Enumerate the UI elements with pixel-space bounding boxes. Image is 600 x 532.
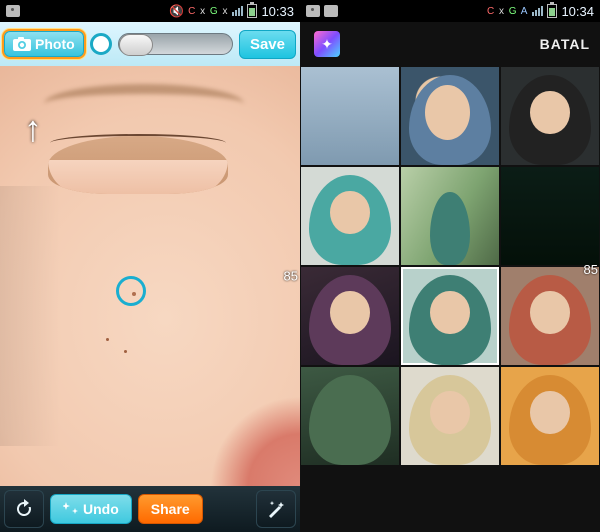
photo-button[interactable]: Photo — [4, 31, 84, 57]
status-bar: C x G A 10:34 — [300, 0, 600, 22]
battery-icon — [547, 4, 557, 18]
app-icon[interactable]: ✦ — [314, 31, 340, 57]
page-indicator: 85 — [284, 269, 298, 284]
sparkle-icon — [63, 502, 79, 516]
clock: 10:34 — [561, 4, 594, 19]
gallery-thumb[interactable] — [501, 367, 599, 465]
bbm-icon — [6, 5, 20, 17]
gallery-thumb[interactable] — [301, 167, 399, 265]
save-button[interactable]: Save — [239, 30, 296, 59]
tutorial-arrow-icon: ↑ — [24, 108, 42, 150]
signal-icon — [232, 6, 243, 16]
gallery-thumb[interactable] — [501, 267, 599, 365]
carrier-indicator: C x G A — [487, 6, 528, 17]
clock: 10:33 — [261, 4, 294, 19]
bbm-icon — [306, 5, 320, 17]
edit-canvas[interactable]: ↑ 85 — [0, 66, 300, 486]
brush-size-slider[interactable] — [118, 33, 233, 55]
signal-icon — [532, 6, 543, 16]
magic-button[interactable] — [256, 490, 296, 528]
gallery-thumb-selected[interactable] — [401, 267, 499, 365]
battery-icon — [247, 4, 257, 18]
gallery-thumb[interactable] — [301, 67, 399, 165]
status-bar: C x G x 10:33 — [0, 0, 300, 22]
left-screen: C x G x 10:33 Photo Save — [0, 0, 300, 532]
mute-icon — [169, 4, 184, 18]
top-toolbar: Photo Save — [0, 22, 300, 66]
carrier-indicator: C x G x — [188, 6, 228, 17]
gallery-toolbar: ✦ BATAL — [300, 22, 600, 66]
gallery-thumb[interactable] — [501, 167, 599, 265]
wand-icon — [265, 498, 287, 520]
heal-target-ring[interactable] — [116, 276, 146, 306]
camera-icon — [13, 37, 31, 51]
rotate-icon — [13, 498, 35, 520]
gallery-thumb[interactable] — [401, 367, 499, 465]
gallery: 85 — [300, 66, 600, 532]
chat-icon — [324, 5, 338, 17]
photo-preview — [0, 66, 300, 486]
page-indicator: 85 — [584, 262, 598, 277]
gallery-thumb[interactable] — [401, 67, 499, 165]
rotate-button[interactable] — [4, 490, 44, 528]
gallery-thumb[interactable] — [301, 367, 399, 465]
brush-size-thumb[interactable] — [90, 33, 112, 55]
bottom-toolbar: Undo Share — [0, 486, 300, 532]
undo-button[interactable]: Undo — [50, 494, 132, 524]
undo-button-label: Undo — [83, 501, 119, 517]
share-button[interactable]: Share — [138, 494, 203, 524]
photo-button-label: Photo — [35, 36, 75, 52]
gallery-thumb[interactable] — [401, 167, 499, 265]
right-screen: C x G A 10:34 ✦ BATAL 85 — [300, 0, 600, 532]
cancel-button[interactable]: BATAL — [540, 36, 590, 52]
gallery-thumb[interactable] — [301, 267, 399, 365]
gallery-thumb[interactable] — [501, 67, 599, 165]
